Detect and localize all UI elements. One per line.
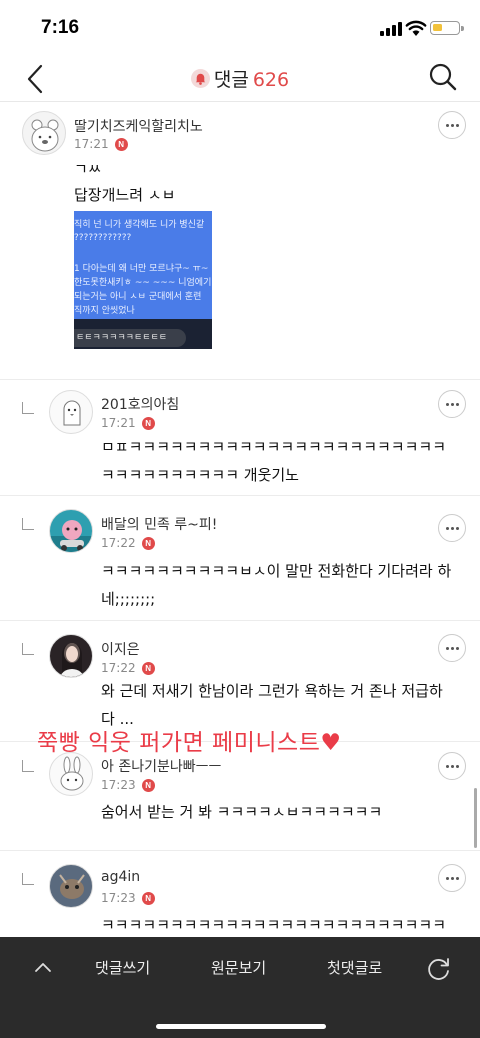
image-text-line: 직까지 안씻었나 [74,306,135,316]
image-text-line: 한도못한새키ㅎ ~~ ~~~ 니엄에기 [74,278,212,288]
comment-body: 숨어서 받는 거 봐 ㅋㅋㅋㅋㅅㅂㅋㅋㅋㅋㅋㅋ [101,798,456,826]
status-time: 7:16 [41,17,80,38]
comment-timestamp: 17:21 [74,137,109,151]
comment-timestamp: 17:23 [101,891,136,905]
comment-item: 아 존나기분나빠ㅡㅡ 17:23 N 숨어서 받는 거 봐 ㅋㅋㅋㅋㅅㅂㅋㅋㅋㅋ… [0,742,480,851]
ruppy-avatar[interactable] [49,509,93,553]
comment-time: 17:23 N [101,778,155,792]
bell-icon [190,69,210,88]
more-options-button[interactable] [438,390,466,418]
comment-count: 626 [252,69,290,91]
new-badge: N [141,416,155,430]
comment-body: ㅋㅋㅋㅋㅋㅋㅋㅋㅋㅋㅋㅋㅋㅋㅋㅋㅋㅋㅋㅋㅋㅋㅋㅋㅋㅋ [101,911,456,937]
comment-body: ㄱㅆ 답장개느려 ㅅㅂ [74,156,429,208]
refresh-icon[interactable] [426,956,452,982]
attached-image[interactable]: 직히 넌 니가 생각해도 니가 병신같 ???????????? 1 다아는데 … [74,211,212,349]
comment-line: 숨어서 받는 거 봐 ㅋㅋㅋㅋㅅㅂㅋㅋㅋㅋㅋㅋ [101,803,383,821]
reply-arrow-icon [22,402,34,414]
view-original-button[interactable]: 원문보기 [211,957,266,978]
comment-line: 네;;;;;;;; [101,590,156,608]
title-label: 댓글 [213,69,249,91]
comment-timestamp: 17:22 [101,536,136,550]
reply-arrow-icon [22,760,34,772]
scrollbar[interactable] [474,788,477,848]
new-badge: N [141,778,155,792]
reply-arrow-icon [22,643,34,655]
new-badge: N [114,137,128,151]
signal-icon [380,22,402,36]
comment-line: ㅁㅍㅋㅋㅋㅋㅋㅋㅋㅋㅋㅋㅋㅋㅋㅋㅋㅋㅋㅋㅋㅋㅋㅋㅋ [101,438,447,456]
rabbit-avatar[interactable] [49,752,93,796]
image-text-line: ???????????? [74,233,132,243]
comment-time: 17:21 N [101,416,155,430]
comment-timestamp: 17:21 [101,416,136,430]
comment-line: ㅋㅋㅋㅋㅋㅋㅋㅋㅋㅋㅂㅅ이 말만 전화한다 기다려라 하 [101,562,452,580]
more-options-button[interactable] [438,514,466,542]
comment-line: 와 근데 저새기 한남이라 그런가 욕하는 거 존나 저급하 [101,682,443,700]
comment-body: ㅋㅋㅋㅋㅋㅋㅋㅋㅋㅋㅂㅅ이 말만 전화한다 기다려라 하 네;;;;;;;; [101,557,456,613]
new-badge: N [141,891,155,905]
reply-arrow-icon [22,518,34,530]
more-options-button[interactable] [438,752,466,780]
more-options-button[interactable] [438,634,466,662]
home-indicator[interactable] [156,1024,326,1029]
reply-arrow-icon [22,873,34,885]
first-comment-button[interactable]: 첫댓글로 [327,957,382,978]
comment-line: ㄱㅆ [74,160,102,178]
more-options-button[interactable] [438,111,466,139]
overlay-caption: 쭉빵 익웃 퍼가면 페미니스트♥ [37,730,342,756]
image-text-line: 1 다아는데 왜 너만 모르냐구~ ㅠ~ [74,264,209,274]
comment-author[interactable]: 딸기치즈케익할리치노 [74,116,203,136]
comment-author[interactable]: 배달의 민족 루~피! [101,514,217,534]
comment-item: ag4in 17:23 N ㅋㅋㅋㅋㅋㅋㅋㅋㅋㅋㅋㅋㅋㅋㅋㅋㅋㅋㅋㅋㅋㅋㅋㅋㅋㅋ [0,851,480,937]
comment-author[interactable]: 201호의아침 [101,394,179,414]
comment-time: 17:22 N [101,536,155,550]
new-badge: N [141,536,155,550]
comment-time: 17:22 N [101,661,155,675]
battery-icon [430,21,464,35]
more-options-button[interactable] [438,864,466,892]
search-icon[interactable] [428,62,458,92]
comment-author[interactable]: ag4in [101,869,140,885]
comment-body: ㅁㅍㅋㅋㅋㅋㅋㅋㅋㅋㅋㅋㅋㅋㅋㅋㅋㅋㅋㅋㅋㅋㅋㅋㅋ ㅋㅋㅋㅋㅋㅋㅋㅋㅋㅋ 개웃기… [101,433,456,489]
comment-timestamp: 17:22 [101,661,136,675]
header: 댓글 626 [0,56,480,102]
chevron-up-icon[interactable] [34,960,52,974]
wifi-icon [405,20,427,36]
new-badge: N [141,661,155,675]
comment-list[interactable]: 딸기치즈케익할리치노 17:21 N ㄱㅆ 답장개느려 ㅅㅂ 직히 넌 니가 생… [0,103,480,937]
image-text-line: 되는거는 아니 ㅅㅂ 군대에서 훈련 [74,292,202,302]
photo-avatar[interactable] [49,634,93,678]
comment-item: 배달의 민족 루~피! 17:22 N ㅋㅋㅋㅋㅋㅋㅋㅋㅋㅋㅂㅅ이 말만 전화한… [0,496,480,621]
comment-line: ㅋㅋㅋㅋㅋㅋㅋㅋㅋㅋ 개웃기노 [101,466,299,484]
comment-item: 딸기치즈케익할리치노 17:21 N ㄱㅆ 답장개느려 ㅅㅂ 직히 넌 니가 생… [0,103,480,380]
comment-time: 17:21 N [74,137,128,151]
image-chat-bubble: ㅌㅌㅋㅋㅋㅋㅋㅌㅌㅌㅌ [74,329,186,347]
comment-timestamp: 17:23 [101,778,136,792]
comment-line: 답장개느려 ㅅㅂ [74,186,176,204]
bottom-toolbar: 댓글쓰기 원문보기 첫댓글로 [0,937,480,1038]
battery-level [433,24,442,31]
image-text-line: 직히 넌 니가 생각해도 니가 병신같 [74,220,205,230]
comment-line: ㅋㅋㅋㅋㅋㅋㅋㅋㅋㅋㅋㅋㅋㅋㅋㅋㅋㅋㅋㅋㅋㅋㅋㅋㅋㅋ [101,916,447,934]
comment-author[interactable]: 아 존나기분나빠ㅡㅡ [101,756,221,776]
comment-item: 201호의아침 17:21 N ㅁㅍㅋㅋㅋㅋㅋㅋㅋㅋㅋㅋㅋㅋㅋㅋㅋㅋㅋㅋㅋㅋㅋㅋ… [0,380,480,496]
comment-author[interactable]: 이지은 [101,639,140,659]
status-bar: 7:16 [0,0,480,56]
comment-time: 17:23 N [101,891,155,905]
write-comment-button[interactable]: 댓글쓰기 [95,957,150,978]
bear-avatar[interactable] [22,111,66,155]
page-title: 댓글 626 [0,65,480,92]
animal-avatar[interactable] [49,864,93,908]
penguin-avatar[interactable] [49,390,93,434]
